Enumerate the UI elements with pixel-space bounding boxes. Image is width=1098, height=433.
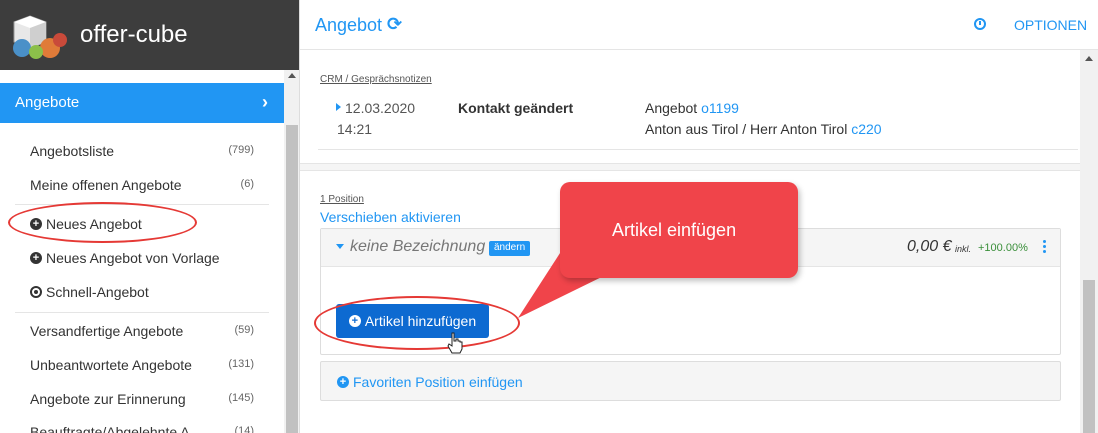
sidebar-item-count: (145): [228, 392, 254, 404]
header-bar: Angebot ⟳ OPTIONEN: [300, 0, 1098, 50]
brand-bar: offer-cube: [0, 0, 299, 70]
plus-circle-icon: +: [337, 376, 349, 388]
caret-down-icon[interactable]: [336, 244, 344, 249]
sidebar-item-label: Angebotsliste: [30, 143, 115, 159]
add-favorite-position-link[interactable]: + Favoriten Position einfügen: [337, 374, 523, 390]
sidebar-item-neues-angebot-von-vorlage[interactable]: + Neues Angebot von Vorlage: [30, 250, 220, 266]
crm-offer-line: Angebot o1199: [645, 100, 739, 116]
offer-link[interactable]: o1199: [701, 100, 739, 116]
position-price: 0,00 €: [907, 238, 952, 255]
sidebar-item-label: Angebote zur Erinnerung: [30, 391, 186, 407]
crm-contact-line: Anton aus Tirol / Herr Anton Tirol c220: [645, 121, 882, 137]
price-suffix: inkl.: [955, 244, 972, 254]
sidebar-item-unbeantwortete-angebote[interactable]: Unbeantwortete Angebote (131): [30, 357, 260, 373]
sidebar-item-angebote-zur-erinnerung[interactable]: Angebote zur Erinnerung (145): [30, 391, 260, 407]
position-count[interactable]: 1 Position: [320, 194, 364, 205]
hand-cursor-icon: [447, 332, 463, 354]
sidebar-divider: [15, 312, 269, 313]
sidebar-item-label: Neues Angebot von Vorlage: [46, 250, 220, 266]
sidebar-item-label: Unbeantwortete Angebote: [30, 357, 192, 373]
brand-name: offer-cube: [80, 21, 188, 48]
crm-offer-prefix: Angebot: [645, 100, 702, 116]
page-title: Angebot: [315, 15, 383, 35]
sidebar-item-label: Versandfertige Angebote: [30, 323, 184, 339]
highlight-ring: [8, 202, 197, 243]
caret-right-icon[interactable]: [336, 103, 341, 111]
crm-section-label[interactable]: CRM / Gesprächsnotizen: [320, 74, 432, 85]
main-scrollbar[interactable]: [1080, 50, 1098, 433]
sidebar-item-angebotsliste[interactable]: Angebotsliste (799): [30, 143, 260, 159]
price-percent: +100.00%: [978, 242, 1028, 254]
scroll-up-arrow-icon[interactable]: [1085, 56, 1093, 61]
move-toggle-link[interactable]: Verschieben aktivieren: [320, 209, 461, 225]
sidebar-item-count: (6): [240, 178, 254, 190]
sidebar-item-count: (799): [228, 144, 254, 156]
sidebar-item-count: (59): [234, 324, 254, 336]
sidebar-section-label: Angebote: [15, 94, 80, 111]
section-gap: [300, 163, 1080, 171]
sidebar-scrollbar-thumb[interactable]: [286, 125, 298, 433]
crm-time: 14:21: [337, 121, 373, 137]
refresh-icon[interactable]: ⟳: [387, 14, 402, 35]
sidebar-item-count: (14): [234, 425, 254, 433]
sidebar-scrollbar[interactable]: [284, 70, 299, 433]
scroll-up-arrow-icon[interactable]: [288, 73, 296, 78]
chevron-right-icon: ›: [262, 92, 268, 112]
dot-circle-icon: [30, 286, 42, 298]
sidebar-item-count: (131): [228, 358, 254, 370]
sidebar-item-meine-offenen-angebote[interactable]: Meine offenen Angebote (6): [30, 177, 260, 193]
sidebar-item-label: Schnell-Angebot: [46, 284, 149, 300]
options-button[interactable]: OPTIONEN: [1014, 17, 1087, 33]
favorites-label: Favoriten Position einfügen: [353, 374, 523, 390]
sidebar-item-label: Meine offenen Angebote: [30, 177, 182, 193]
favorites-panel: + Favoriten Position einfügen: [320, 361, 1061, 401]
sidebar-item-beauftragte-abgelehnte[interactable]: Beauftragte/Abgelehnte A (14): [30, 424, 260, 433]
sidebar-section-angebote[interactable]: Angebote ›: [0, 83, 284, 123]
main-scrollbar-thumb[interactable]: [1083, 280, 1095, 433]
contact-link[interactable]: c220: [851, 121, 881, 137]
divider: [318, 149, 1078, 150]
crm-date: 12.03.2020: [345, 100, 416, 116]
sidebar-item-versandfertige-angebote[interactable]: Versandfertige Angebote (59): [30, 323, 260, 339]
callout-text: Artikel einfügen: [612, 220, 737, 240]
sidebar-item-label: Beauftragte/Abgelehnte A: [30, 424, 190, 433]
sidebar-item-schnell-angebot[interactable]: Schnell-Angebot: [30, 284, 149, 300]
position-name: keine Bezeichnung: [350, 238, 486, 255]
crm-contact-prefix: Anton aus Tirol / Herr Anton Tirol: [645, 121, 852, 137]
crm-entry-title: Kontakt geändert: [458, 100, 574, 116]
plus-circle-icon: +: [30, 252, 42, 264]
kebab-menu-icon[interactable]: [1043, 240, 1047, 254]
clock-icon[interactable]: [974, 18, 986, 30]
offer-cube-logo-icon: [13, 15, 67, 59]
